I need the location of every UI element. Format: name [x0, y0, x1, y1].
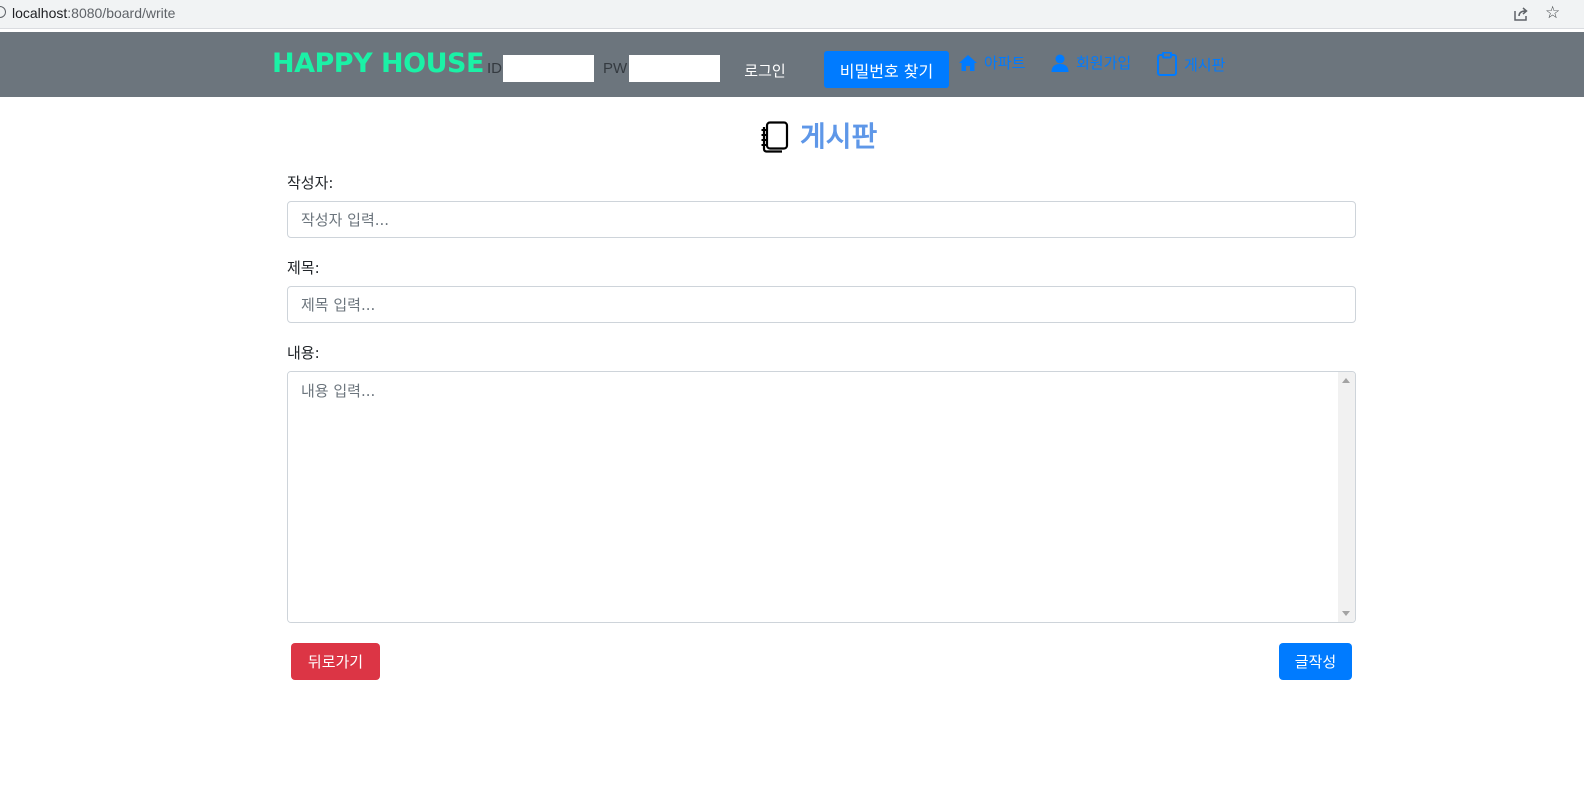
- content-scrollbar[interactable]: [1338, 372, 1355, 622]
- writer-input[interactable]: [287, 201, 1356, 238]
- bookmark-star-icon[interactable]: ☆: [1545, 4, 1560, 22]
- url-host: localhost: [12, 5, 68, 21]
- notebook-icon: [761, 121, 789, 153]
- brand-logo[interactable]: HAPPY HOUSE: [272, 46, 484, 82]
- find-password-button[interactable]: 비밀번호 찾기: [824, 51, 949, 88]
- nav-link-apartment[interactable]: 아파트: [958, 52, 1025, 73]
- page-heading: 게시판: [760, 118, 877, 156]
- subject-label: 제목:: [287, 259, 320, 277]
- subject-input[interactable]: [287, 286, 1356, 323]
- pw-label: PW: [603, 60, 628, 77]
- nav-link-board[interactable]: 게시판: [1156, 52, 1225, 76]
- pw-input[interactable]: [629, 55, 720, 82]
- nav-link-label: 아파트: [984, 54, 1026, 72]
- site-info-icon[interactable]: [0, 6, 6, 18]
- content-textarea-wrapper: [287, 371, 1356, 623]
- content-label: 내용:: [287, 344, 320, 362]
- share-icon[interactable]: [1512, 5, 1530, 23]
- writer-label: 작성자:: [287, 174, 334, 192]
- scroll-down-arrow-icon[interactable]: [1342, 611, 1350, 616]
- clipboard-icon: [1157, 52, 1177, 76]
- content-textarea[interactable]: [288, 372, 1338, 622]
- scroll-up-arrow-icon[interactable]: [1342, 378, 1350, 383]
- nav-link-signup[interactable]: 회원가입: [1050, 52, 1131, 73]
- submit-post-button[interactable]: 글작성: [1279, 643, 1352, 680]
- page-title: 게시판: [800, 120, 878, 153]
- address-url[interactable]: localhost:8080/board/write: [12, 5, 175, 21]
- nav-link-label: 회원가입: [1076, 54, 1132, 72]
- back-button[interactable]: 뒤로가기: [291, 643, 380, 680]
- id-label: ID: [487, 60, 502, 77]
- id-input[interactable]: [503, 55, 594, 82]
- url-path: :8080/board/write: [67, 5, 176, 21]
- user-icon: [1051, 54, 1069, 72]
- nav-link-label: 게시판: [1184, 55, 1226, 74]
- home-icon: [959, 54, 977, 71]
- browser-address-bar: localhost:8080/board/write ☆: [0, 0, 1584, 29]
- login-button[interactable]: 로그인: [732, 56, 798, 84]
